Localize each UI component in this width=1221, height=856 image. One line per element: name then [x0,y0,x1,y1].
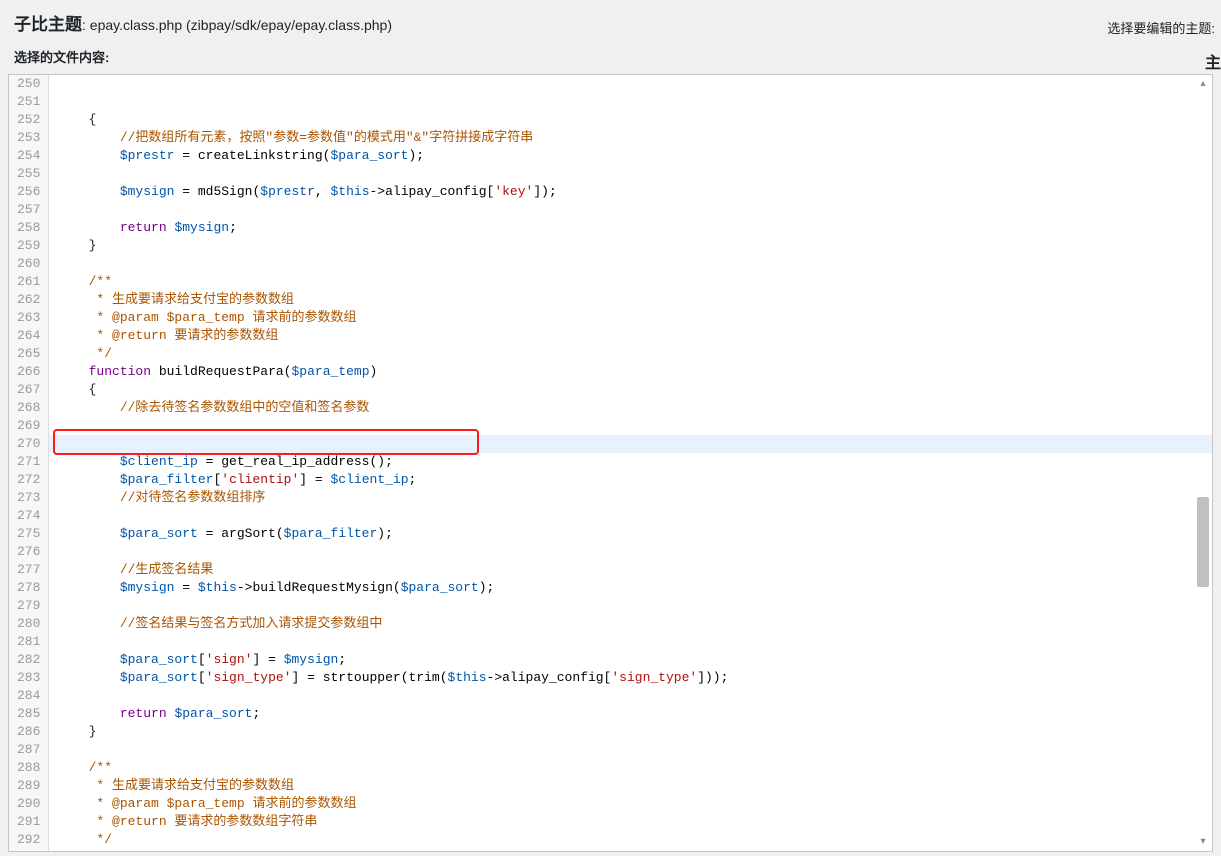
line-number: 280 [15,615,42,633]
line-number: 266 [15,363,42,381]
code-line[interactable]: */ [57,345,1212,363]
file-content-label: 选择的文件内容: [0,41,1221,74]
scrollbar-track[interactable]: ▴ ▾ [1196,77,1210,849]
code-line[interactable]: function buildRequestParaToString($para_… [57,849,1212,851]
line-number: 271 [15,453,42,471]
code-line[interactable]: * @return 要请求的参数数组 [57,327,1212,345]
code-line[interactable]: * @return 要请求的参数数组字符串 [57,813,1212,831]
line-number: 288 [15,759,42,777]
code-line[interactable]: $para_sort = argSort($para_filter); [57,525,1212,543]
code-content-area[interactable]: { //把数组所有元素，按照"参数=参数值"的模式用"&"字符拼接成字符串 $p… [49,75,1212,851]
code-line[interactable]: { [57,381,1212,399]
line-number: 250 [15,75,42,93]
code-line[interactable] [57,633,1212,651]
line-number: 252 [15,111,42,129]
line-number: 289 [15,777,42,795]
line-number: 291 [15,813,42,831]
page-title-file: : epay.class.php (zibpay/sdk/epay/epay.c… [82,17,392,33]
line-number: 254 [15,147,42,165]
code-line[interactable]: $client_ip = get_real_ip_address(); [57,453,1212,471]
line-number: 251 [15,93,42,111]
code-line[interactable] [57,741,1212,759]
line-number: 256 [15,183,42,201]
line-number: 255 [15,165,42,183]
line-number: 290 [15,795,42,813]
line-number: 282 [15,651,42,669]
line-number: 286 [15,723,42,741]
code-line[interactable]: //把数组所有元素，按照"参数=参数值"的模式用"&"字符拼接成字符串 [57,129,1212,147]
code-line[interactable] [57,507,1212,525]
line-number: 278 [15,579,42,597]
code-line[interactable]: * @param $para_temp 请求前的参数数组 [57,795,1212,813]
code-line[interactable]: //对待签名参数数组排序 [57,489,1212,507]
page-title-prefix: 子比主题 [14,15,82,34]
code-line[interactable]: * 生成要请求给支付宝的参数数组 [57,291,1212,309]
line-number: 283 [15,669,42,687]
line-number: 272 [15,471,42,489]
code-line[interactable]: function buildRequestPara($para_temp) [57,363,1212,381]
line-number: 269 [15,417,42,435]
code-line[interactable] [57,543,1212,561]
line-number: 267 [15,381,42,399]
line-number: 287 [15,741,42,759]
code-line[interactable] [57,255,1212,273]
scroll-down-arrow[interactable]: ▾ [1196,835,1210,849]
line-number: 264 [15,327,42,345]
line-number: 257 [15,201,42,219]
line-number: 262 [15,291,42,309]
code-line[interactable]: //除去待签名参数数组中的空值和签名参数 [57,399,1212,417]
line-number: 259 [15,237,42,255]
code-line[interactable]: return $para_sort; [57,705,1212,723]
code-line[interactable]: { [57,111,1212,129]
line-number: 279 [15,597,42,615]
code-line[interactable]: $mysign = $this->buildRequestMysign($par… [57,579,1212,597]
partial-text-glyph: 主 [1205,56,1221,72]
line-number: 260 [15,255,42,273]
code-line[interactable]: //签名结果与签名方式加入请求提交参数组中 [57,615,1212,633]
line-number: 284 [15,687,42,705]
line-number: 273 [15,489,42,507]
code-line[interactable]: */ [57,831,1212,849]
code-line[interactable]: } [57,723,1212,741]
line-number: 281 [15,633,42,651]
line-number: 276 [15,543,42,561]
line-number: 265 [15,345,42,363]
code-line[interactable] [57,687,1212,705]
scroll-up-arrow[interactable]: ▴ [1196,77,1210,91]
line-number: 277 [15,561,42,579]
code-line[interactable]: $para_sort['sign'] = $mysign; [57,651,1212,669]
line-number: 253 [15,129,42,147]
code-line[interactable]: } [57,237,1212,255]
line-number: 258 [15,219,42,237]
code-line[interactable]: * 生成要请求给支付宝的参数数组 [57,777,1212,795]
line-number: 274 [15,507,42,525]
code-line[interactable]: return $mysign; [57,219,1212,237]
code-line[interactable]: /** [57,759,1212,777]
code-line[interactable] [57,201,1212,219]
code-line[interactable]: $prestr = createLinkstring($para_sort); [57,147,1212,165]
line-number: 275 [15,525,42,543]
code-line[interactable]: /** [57,273,1212,291]
code-editor[interactable]: 2502512522532542552562572582592602612622… [8,74,1213,852]
code-line[interactable]: $para_filter['clientip'] = $client_ip; [57,471,1212,489]
line-number-gutter: 2502512522532542552562572582592602612622… [9,75,49,851]
line-number: 270 [15,435,42,453]
code-line[interactable]: $mysign = md5Sign($prestr, $this->alipay… [57,183,1212,201]
code-line[interactable]: * @param $para_temp 请求前的参数数组 [57,309,1212,327]
line-number: 268 [15,399,42,417]
active-line-highlight [49,435,1212,453]
code-line[interactable] [57,597,1212,615]
code-line[interactable]: $para_sort['sign_type'] = strtoupper(tri… [57,669,1212,687]
select-theme-label: 选择要编辑的主题: [1107,18,1215,37]
line-number: 285 [15,705,42,723]
code-line[interactable]: //生成签名结果 [57,561,1212,579]
line-number: 263 [15,309,42,327]
line-number: 261 [15,273,42,291]
scroll-thumb[interactable] [1197,497,1209,587]
code-line[interactable] [57,165,1212,183]
line-number: 292 [15,831,42,849]
code-line[interactable] [57,417,1212,435]
